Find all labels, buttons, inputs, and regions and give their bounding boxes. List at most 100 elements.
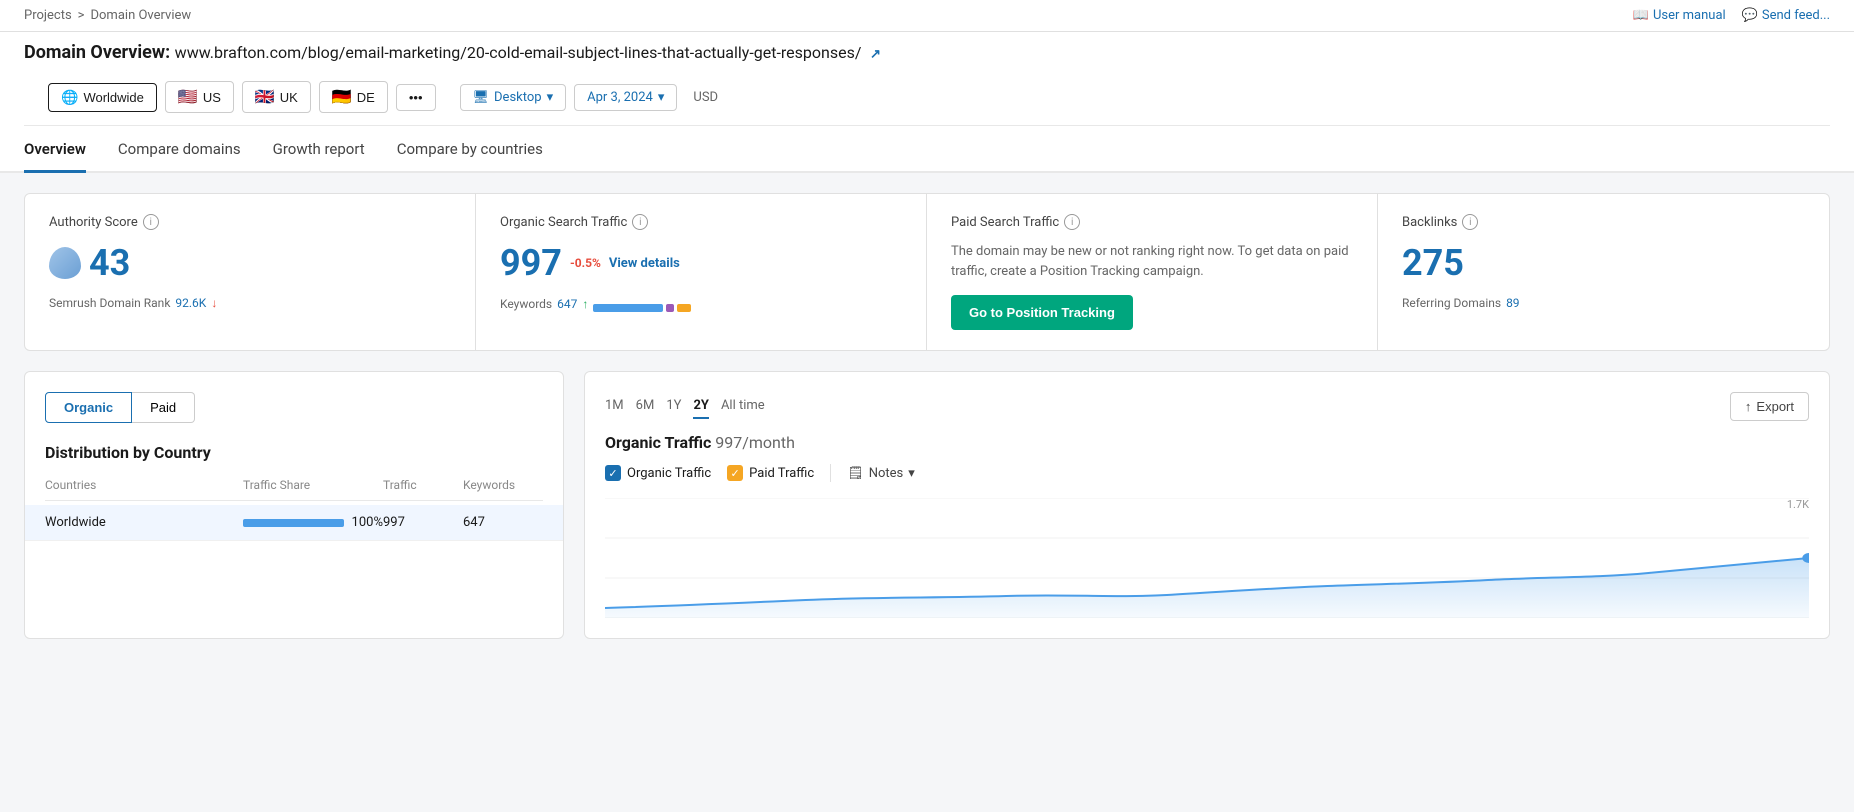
- domain-header: Domain Overview: www.brafton.com/blog/em…: [0, 32, 1854, 126]
- row-keywords: 647: [463, 515, 543, 530]
- breadcrumb-projects[interactable]: Projects: [24, 8, 72, 23]
- desktop-icon: 🖥: [473, 90, 490, 105]
- legend-divider: [830, 464, 831, 482]
- kw-seg-orange: [677, 304, 691, 312]
- backlinks-info-icon[interactable]: i: [1462, 214, 1478, 230]
- organic-traffic-chart: [605, 498, 1809, 618]
- authority-score-title: Authority Score i: [49, 214, 451, 230]
- main-content: Authority Score i 43 Semrush Domain Rank…: [0, 173, 1854, 659]
- col-traffic: Traffic: [383, 478, 463, 492]
- organic-keywords-footer: Keywords 647 ↑: [500, 296, 902, 312]
- filter-us[interactable]: 🇺🇸 US: [165, 81, 234, 113]
- calendar-chevron-icon: ▾: [658, 90, 665, 105]
- authority-score-value: 43: [49, 242, 451, 284]
- notes-icon: 🗒: [847, 466, 864, 481]
- keywords-bar: [593, 304, 691, 312]
- breadcrumb: Projects > Domain Overview: [24, 8, 191, 23]
- user-manual-link[interactable]: 📖 User manual: [1633, 8, 1726, 23]
- time-btn-1m[interactable]: 1M: [605, 394, 624, 419]
- manual-icon: 📖: [1633, 8, 1649, 23]
- col-countries: Countries: [45, 478, 243, 492]
- toggle-paid-btn[interactable]: Paid: [132, 392, 195, 423]
- time-btn-1y[interactable]: 1Y: [666, 394, 681, 419]
- organic-traffic-title: Organic Search Traffic i: [500, 214, 902, 230]
- legend-notes[interactable]: 🗒 Notes ▾: [847, 466, 915, 481]
- notes-chevron-icon: ▾: [908, 466, 915, 481]
- authority-score-icon: [49, 247, 81, 279]
- kw-seg-blue: [593, 304, 663, 312]
- paid-traffic-desc: The domain may be new or not ranking rig…: [951, 242, 1353, 281]
- top-actions: 📖 User manual 💬 Send feed...: [1633, 8, 1830, 23]
- metrics-row: Authority Score i 43 Semrush Domain Rank…: [24, 193, 1830, 351]
- toggle-organic-btn[interactable]: Organic: [45, 392, 132, 423]
- metric-organic-traffic: Organic Search Traffic i 997 -0.5% View …: [476, 194, 927, 350]
- backlinks-title: Backlinks i: [1402, 214, 1805, 230]
- referring-domains-footer: Referring Domains 89: [1402, 296, 1805, 310]
- col-keywords: Keywords: [463, 478, 543, 492]
- filter-more[interactable]: •••: [396, 84, 436, 111]
- chart-title: Organic Traffic 997/month: [605, 433, 1809, 452]
- currency-display: USD: [685, 85, 726, 110]
- chart-area: 1.7K: [605, 498, 1809, 618]
- organic-traffic-info-icon[interactable]: i: [632, 214, 648, 230]
- row-country: Worldwide: [45, 515, 243, 530]
- legend-organic-check: ✓: [605, 465, 621, 481]
- legend-paid[interactable]: ✓ Paid Traffic: [727, 465, 814, 481]
- domain-title: Domain Overview: www.brafton.com/blog/em…: [24, 42, 1830, 63]
- y-axis-label: 1.7K: [1787, 498, 1809, 511]
- flag-us-icon: 🇺🇸: [178, 87, 198, 107]
- row-traffic: 997: [383, 515, 463, 530]
- time-controls: 1M 6M 1Y 2Y All time ↑ Export: [605, 392, 1809, 421]
- time-btn-alltime[interactable]: All time: [721, 394, 765, 419]
- send-feedback-link[interactable]: 💬 Send feed...: [1742, 8, 1830, 23]
- arrow-up-icon: ↑: [582, 297, 588, 311]
- arrow-down-icon: ↓: [211, 296, 217, 310]
- flag-de-icon: 🇩🇪: [332, 87, 352, 107]
- traffic-bar-wrap: 100%: [243, 515, 383, 530]
- time-btn-2y[interactable]: 2Y: [693, 394, 709, 419]
- metric-authority-score: Authority Score i 43 Semrush Domain Rank…: [25, 194, 476, 350]
- desktop-selector[interactable]: 🖥 Desktop ▾: [460, 84, 567, 111]
- chart-panel: 1M 6M 1Y 2Y All time ↑ Export Organic Tr…: [584, 371, 1830, 639]
- col-traffic-share: Traffic Share: [243, 478, 383, 492]
- export-button[interactable]: ↑ Export: [1730, 392, 1809, 421]
- organic-traffic-value: 997 -0.5% View details: [500, 242, 902, 284]
- distribution-table-header: Countries Traffic Share Traffic Keywords: [45, 478, 543, 501]
- metric-backlinks: Backlinks i 275 Referring Domains 89: [1378, 194, 1829, 350]
- legend-organic[interactable]: ✓ Organic Traffic: [605, 465, 711, 481]
- domain-title-label: Domain Overview:: [24, 42, 170, 63]
- chart-value: 997/month: [715, 433, 795, 452]
- go-to-position-tracking-button[interactable]: Go to Position Tracking: [951, 295, 1133, 330]
- time-buttons: 1M 6M 1Y 2Y All time: [605, 394, 765, 419]
- tab-compare-domains[interactable]: Compare domains: [118, 126, 241, 173]
- distribution-panel: Organic Paid Distribution by Country Cou…: [24, 371, 564, 639]
- time-btn-6m[interactable]: 6M: [636, 394, 655, 419]
- table-row: Worldwide 100% 997 647: [25, 505, 563, 541]
- filter-uk[interactable]: 🇬🇧 UK: [242, 81, 311, 113]
- bottom-section: Organic Paid Distribution by Country Cou…: [24, 371, 1830, 639]
- globe-icon: 🌐: [61, 89, 78, 106]
- top-bar: Projects > Domain Overview 📖 User manual…: [0, 0, 1854, 32]
- authority-info-icon[interactable]: i: [143, 214, 159, 230]
- legend-paid-check: ✓: [727, 465, 743, 481]
- metric-paid-traffic: Paid Search Traffic i The domain may be …: [927, 194, 1378, 350]
- row-traffic-share: 100%: [352, 515, 383, 530]
- feedback-icon: 💬: [1742, 8, 1758, 23]
- ext-link-icon[interactable]: ↗: [870, 47, 881, 62]
- backlinks-value: 275: [1402, 242, 1805, 284]
- organic-paid-toggle: Organic Paid: [45, 392, 543, 423]
- paid-traffic-title: Paid Search Traffic i: [951, 214, 1353, 230]
- kw-seg-purple: [666, 304, 674, 312]
- filter-worldwide[interactable]: 🌐 Worldwide: [48, 83, 157, 112]
- tab-growth-report[interactable]: Growth report: [273, 126, 365, 173]
- chevron-down-icon: ▾: [547, 90, 554, 105]
- tab-compare-countries[interactable]: Compare by countries: [397, 126, 543, 173]
- view-details-link[interactable]: View details: [609, 256, 680, 271]
- filter-bar: 🌐 Worldwide 🇺🇸 US 🇬🇧 UK 🇩🇪 DE ••• 🖥 Desk…: [24, 73, 1830, 126]
- filter-de[interactable]: 🇩🇪 DE: [319, 81, 388, 113]
- tab-overview[interactable]: Overview: [24, 126, 86, 173]
- paid-traffic-info-icon[interactable]: i: [1064, 214, 1080, 230]
- date-selector[interactable]: Apr 3, 2024 ▾: [574, 84, 677, 111]
- breadcrumb-sep: >: [78, 8, 85, 23]
- tabs-bar: Overview Compare domains Growth report C…: [0, 126, 1854, 173]
